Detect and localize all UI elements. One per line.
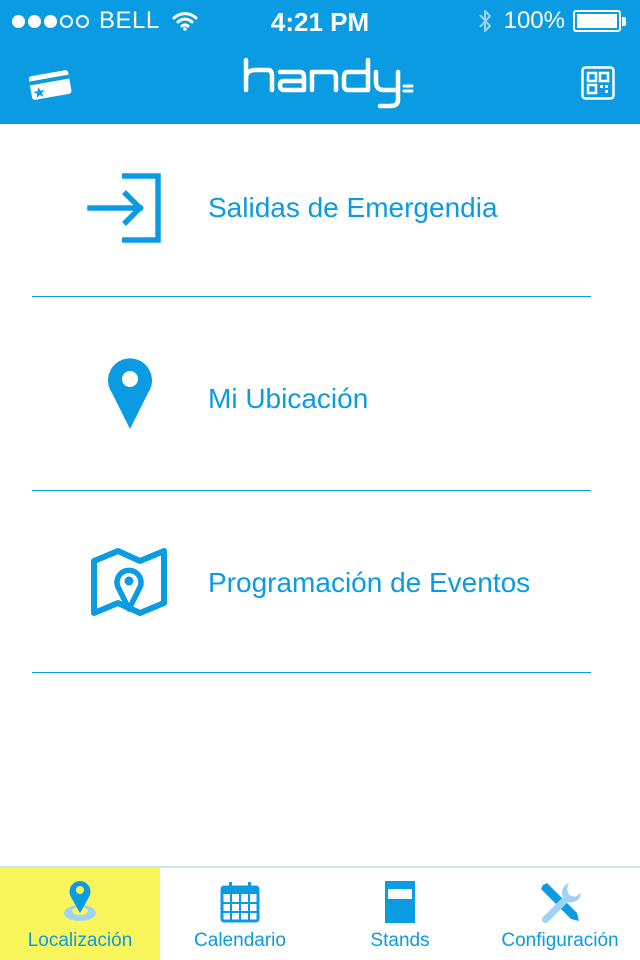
calendar-icon	[160, 878, 320, 926]
tools-icon	[480, 878, 640, 926]
menu-divider	[32, 672, 591, 673]
tab-calendario[interactable]: Calendario	[160, 868, 320, 960]
battery-percent: 100%	[503, 7, 565, 34]
brand-logo	[240, 50, 416, 114]
tab-label: Configuración	[501, 930, 619, 951]
stand-icon	[320, 878, 480, 926]
status-right: 100%	[478, 6, 626, 36]
menu-item-label: Programación de Eventos	[208, 567, 531, 598]
location-icon	[0, 878, 160, 926]
nav-bar	[0, 40, 640, 124]
menu-item-my-location[interactable]: Mi Ubicación	[0, 297, 640, 490]
menu-item-event-schedule[interactable]: Programación de Eventos	[0, 491, 640, 672]
bluetooth-icon	[478, 9, 492, 33]
app-screen: BELL 4:21 PM 100% Salidas de Emergendia …	[0, 0, 640, 960]
id-card-icon[interactable]	[26, 64, 74, 104]
menu-item-label: Salidas de Emergendia	[208, 192, 498, 223]
tab-label: Calendario	[194, 930, 286, 951]
tab-stands[interactable]: Stands	[320, 868, 480, 960]
tab-label: Localización	[27, 930, 133, 951]
menu-item-emergency-exits[interactable]: Salidas de Emergendia	[0, 124, 640, 296]
qr-code-icon[interactable]	[580, 64, 616, 102]
map-icon	[90, 545, 168, 617]
status-bar: BELL 4:21 PM 100%	[0, 0, 640, 40]
tab-localizacion[interactable]: Localización	[0, 868, 160, 960]
exit-icon	[86, 172, 162, 244]
tab-configuracion[interactable]: Configuración	[480, 868, 640, 960]
location-pin-icon	[106, 357, 154, 431]
tab-bar: Localización Calendario Stands Configura…	[0, 866, 640, 960]
battery-icon	[573, 10, 626, 32]
tab-label: Stands	[370, 930, 430, 951]
menu-item-label: Mi Ubicación	[208, 383, 369, 414]
